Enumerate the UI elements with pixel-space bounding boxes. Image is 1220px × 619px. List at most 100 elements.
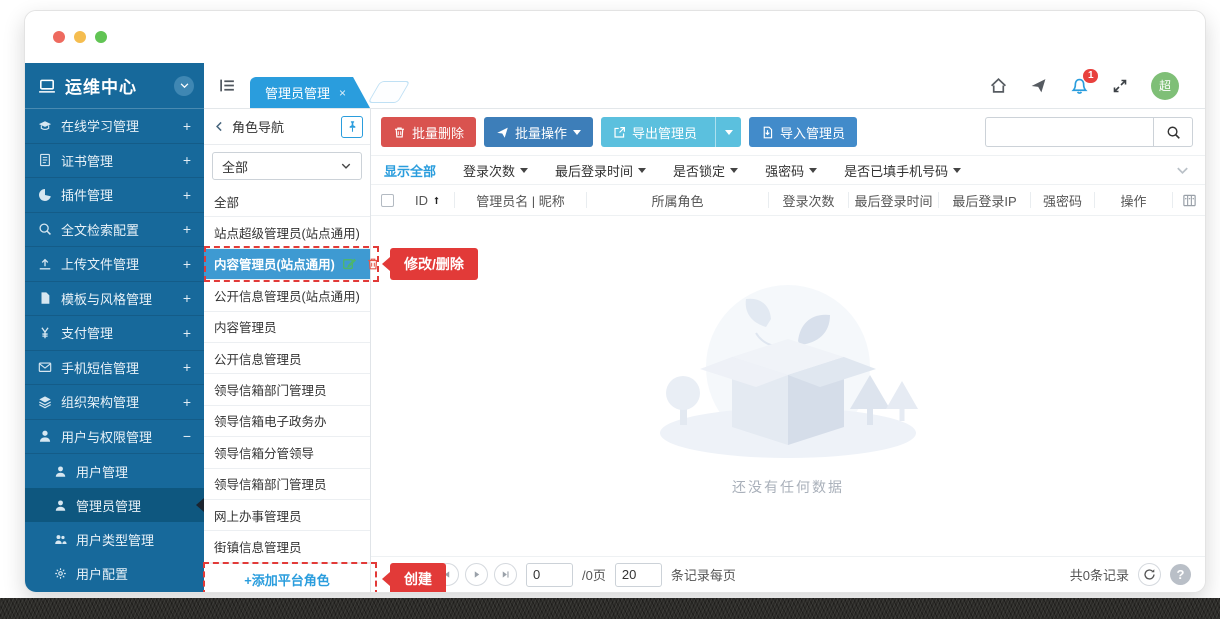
trash-icon <box>393 126 406 139</box>
export-admin-split-button: 导出管理员 <box>601 117 741 147</box>
per-page-input[interactable] <box>615 563 662 587</box>
role-item[interactable]: 网上办事管理员 <box>204 500 370 531</box>
chevron-left-icon[interactable] <box>213 120 226 133</box>
next-page-button[interactable] <box>465 563 488 586</box>
expand-icon: + <box>183 290 191 306</box>
filter-last-login-time[interactable]: 最后登录时间 <box>555 161 646 180</box>
refresh-icon <box>1143 568 1156 581</box>
menu-toggle-icon[interactable] <box>204 63 250 108</box>
sidebar-subitem-user-type[interactable]: 用户类型管理 <box>25 522 204 556</box>
help-icon[interactable] <box>1170 564 1191 585</box>
search-input[interactable] <box>985 117 1153 147</box>
zoom-window-button[interactable] <box>95 31 107 43</box>
avatar[interactable]: 超 <box>1151 72 1179 100</box>
sidebar-item-certificate[interactable]: 证书管理 + <box>25 144 204 179</box>
filter-locked[interactable]: 是否锁定 <box>673 161 738 180</box>
expand-icon: + <box>183 256 191 272</box>
user-icon <box>54 465 67 478</box>
role-item[interactable]: 站点超级管理员(站点通用) <box>204 217 370 248</box>
sidebar-subitem-label: 用户配置 <box>76 564 128 583</box>
export-admin-button[interactable]: 导出管理员 <box>601 117 709 147</box>
sidebar-item-online-learning[interactable]: 在线学习管理 + <box>25 109 204 144</box>
column-id[interactable]: ID <box>403 192 455 208</box>
filter-collapse-chevron[interactable] <box>1159 156 1205 184</box>
sidebar-item-label: 手机短信管理 <box>61 358 183 377</box>
add-platform-role-button[interactable]: +添加平台角色 创建 <box>204 563 370 593</box>
close-window-button[interactable] <box>53 31 65 43</box>
sidebar-item-fulltext-search[interactable]: 全文检索配置 + <box>25 213 204 248</box>
refresh-button[interactable] <box>1138 563 1161 586</box>
home-icon[interactable] <box>990 77 1007 94</box>
role-item[interactable]: 内容管理员 <box>204 312 370 343</box>
delete-role-icon[interactable] <box>366 257 380 271</box>
role-item[interactable]: 街镇信息管理员 <box>204 531 370 562</box>
role-item[interactable]: 领导信箱部门管理员 <box>204 469 370 500</box>
column-admin-name: 管理员名 | 昵称 <box>455 192 587 208</box>
send-icon[interactable] <box>1030 77 1047 94</box>
pin-button[interactable] <box>341 116 363 138</box>
sidebar-item-upload-files[interactable]: 上传文件管理 + <box>25 247 204 282</box>
column-settings-icon[interactable] <box>1173 192 1205 208</box>
caret-down-icon <box>638 168 646 173</box>
role-item[interactable]: 公开信息管理员(站点通用) <box>204 280 370 311</box>
sidebar-header: 运维中心 <box>25 63 204 109</box>
table-header: ID 管理员名 | 昵称 所属角色 登录次数 最后登录时间 最后登录IP 强密码… <box>371 185 1205 216</box>
admin-table-area: 批量删除 批量操作 导出管理员 <box>371 109 1205 592</box>
last-page-button[interactable] <box>494 563 517 586</box>
filter-login-count[interactable]: 登录次数 <box>463 161 528 180</box>
sidebar-subitem-admin-management[interactable]: 管理员管理 <box>25 488 204 522</box>
edit-role-icon[interactable] <box>342 256 357 271</box>
sidebar-collapse-button[interactable] <box>174 76 194 96</box>
toolbar: 批量删除 批量操作 导出管理员 <box>371 109 1205 155</box>
sidebar-subitem-admin-config[interactable]: 管理员配置 <box>25 590 204 592</box>
minimize-window-button[interactable] <box>74 31 86 43</box>
import-admin-button[interactable]: 导入管理员 <box>749 117 857 147</box>
filter-row: 显示全部 登录次数 最后登录时间 是否锁定 强密码 <box>371 155 1205 185</box>
role-item-selected[interactable]: 内容管理员(站点通用) 修改/删除 <box>204 249 370 280</box>
caret-down-icon <box>730 168 738 173</box>
sidebar-item-organization[interactable]: 组织架构管理 + <box>25 385 204 420</box>
sidebar-subitem-user-management[interactable]: 用户管理 <box>25 454 204 488</box>
sidebar: 运维中心 在线学习管理 + 证书管理 + 插件管理 + <box>25 63 204 592</box>
select-all-checkbox[interactable] <box>381 194 394 207</box>
page-number-input[interactable] <box>526 563 573 587</box>
filter-show-all[interactable]: 显示全部 <box>384 161 436 180</box>
upload-icon <box>38 257 52 271</box>
sidebar-item-sms[interactable]: 手机短信管理 + <box>25 351 204 386</box>
sidebar-subitem-label: 用户类型管理 <box>76 530 154 549</box>
fullscreen-icon[interactable] <box>1112 78 1128 94</box>
role-navigation-panel: 角色导航 全部 全部 站点超级管理员(站点通用) 内容管理员(站点通用) <box>204 109 371 592</box>
sidebar-subitem-user-config[interactable]: 用户配置 <box>25 556 204 590</box>
sidebar-item-label: 用户与权限管理 <box>61 427 183 446</box>
file-icon <box>38 291 52 305</box>
export-options-button[interactable] <box>715 117 741 147</box>
create-annotation: 创建 <box>390 563 446 593</box>
tab-label: 管理员管理 <box>265 83 330 102</box>
sidebar-item-templates[interactable]: 模板与风格管理 + <box>25 282 204 317</box>
notification-badge: 1 <box>1083 69 1098 83</box>
search-button[interactable] <box>1153 117 1193 147</box>
sidebar-item-plugins[interactable]: 插件管理 + <box>25 178 204 213</box>
notifications-bell-icon[interactable]: 1 <box>1070 76 1089 95</box>
filter-phone-filled[interactable]: 是否已填手机号码 <box>844 161 961 180</box>
column-login-count: 登录次数 <box>769 192 849 208</box>
role-filter-select[interactable]: 全部 <box>212 152 362 180</box>
empty-state-text: 还没有任何数据 <box>732 477 844 497</box>
sidebar-item-label: 模板与风格管理 <box>61 289 183 308</box>
role-item[interactable]: 公开信息管理员 <box>204 343 370 374</box>
batch-delete-button[interactable]: 批量删除 <box>381 117 476 147</box>
tab-admin-management[interactable]: 管理员管理 <box>250 77 370 108</box>
tab-strip: 管理员管理 1 <box>204 63 1205 109</box>
role-item[interactable]: 领导信箱分管领导 <box>204 437 370 468</box>
sidebar-item-payment[interactable]: 支付管理 + <box>25 316 204 351</box>
role-item[interactable]: 全部 <box>204 186 370 217</box>
filter-strong-password[interactable]: 强密码 <box>765 161 817 180</box>
column-last-login-time: 最后登录时间 <box>849 192 939 208</box>
role-item[interactable]: 领导信箱部门管理员 <box>204 374 370 405</box>
batch-operate-button[interactable]: 批量操作 <box>484 117 593 147</box>
sidebar-item-users-permissions[interactable]: 用户与权限管理 − <box>25 420 204 455</box>
role-item[interactable]: 领导信箱电子政务办 <box>204 406 370 437</box>
export-icon <box>613 126 626 139</box>
per-page-label: 条记录每页 <box>671 565 736 584</box>
close-icon[interactable] <box>339 86 346 100</box>
